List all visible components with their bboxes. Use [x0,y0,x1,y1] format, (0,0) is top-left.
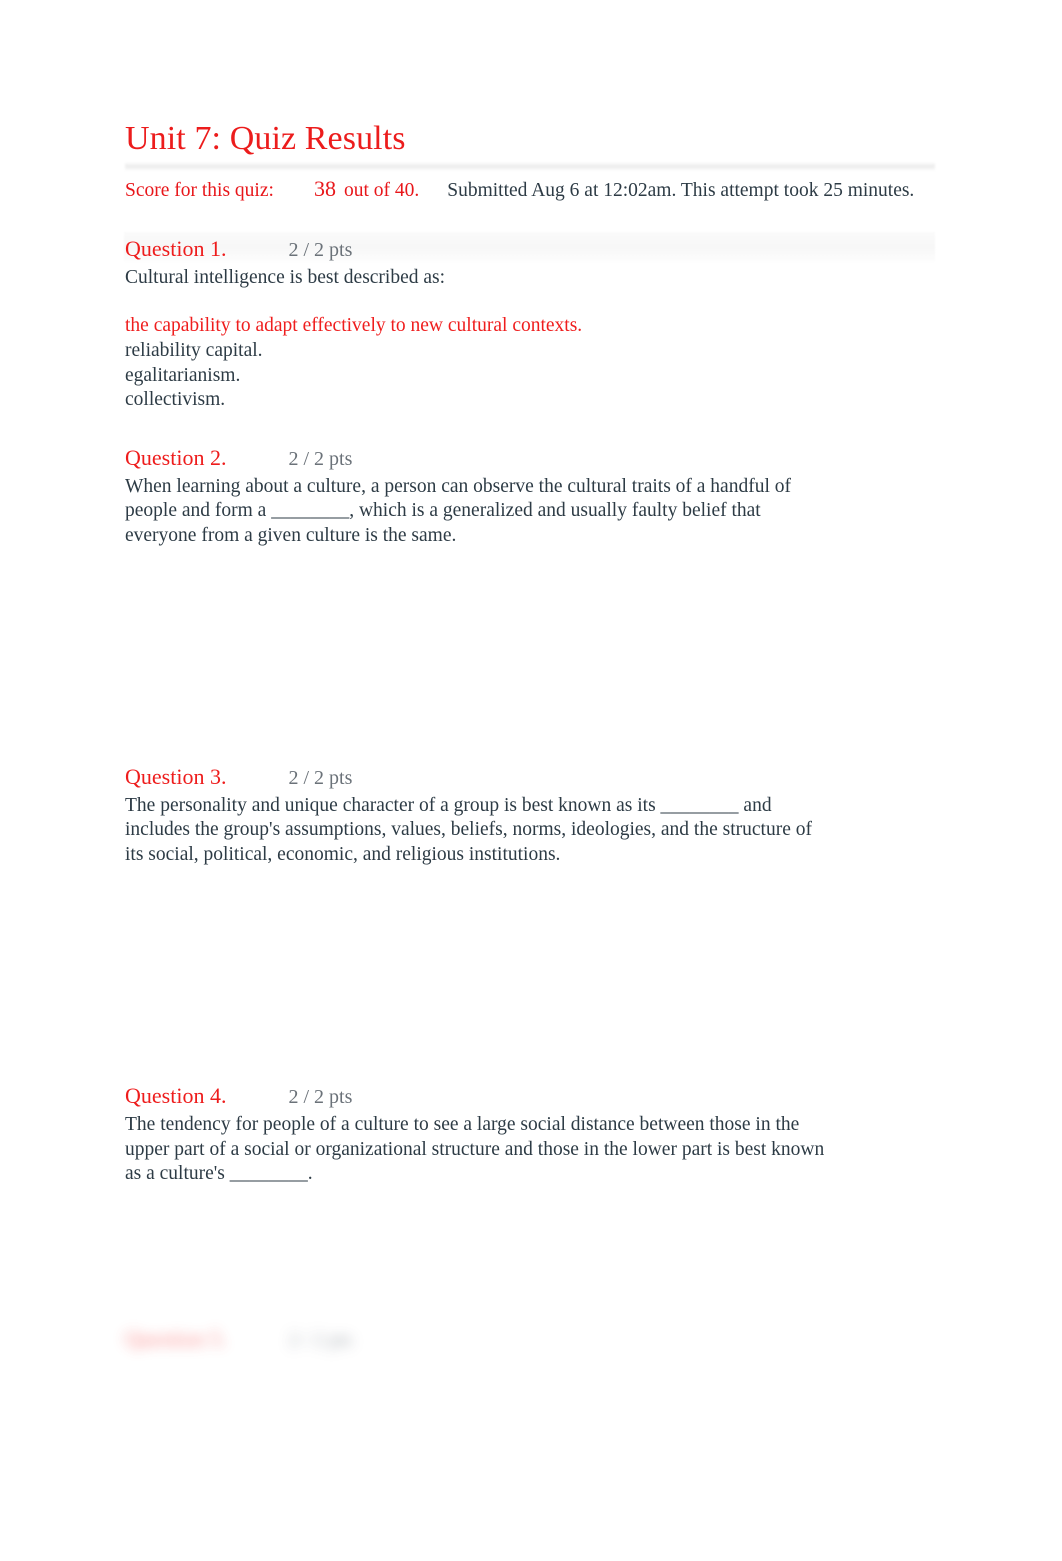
answer-option[interactable]: collectivism. [125,388,937,413]
question-text-1: Cultural intelligence is best described … [125,267,446,288]
question-header-5-blurred: Question 5. 2 / 2 pts [125,1326,425,1368]
question-header-1: Question 1. 2 / 2 pts [125,234,937,264]
question-label-5: Question 5. [125,1326,227,1351]
question-text-3: The personality and unique character of … [125,795,812,865]
question-points-5: 2 / 2 pts [288,1329,353,1351]
question-block-1: Question 1. 2 / 2 pts Cultural intelligen… [125,234,937,413]
question-block-4: Question 4. 2 / 2 pts The tendency for pe… [125,1081,937,1186]
question-points-2: 2 / 2 pts [288,447,353,470]
quiz-content-column: Unit 7: Quiz Results Score for this quiz… [125,118,937,1186]
score-out-of: out of 40. [343,180,420,201]
score-summary: Score for this quiz: 38 out of 40. Submitte… [125,176,937,204]
title-divider [125,162,935,171]
question-header-2: Question 2. 2 / 2 pts [125,443,937,473]
score-value: 38 [313,176,336,201]
question-text-2: When learning about a culture, a person … [125,475,791,546]
question-text-4: The tendency for people of a culture to … [125,1114,825,1185]
page-title: Unit 7: Quiz Results [125,120,406,157]
quiz-results-page: Unit 7: Quiz Results Score for this quiz… [0,0,1062,1561]
question-header-3: Question 3. 2 / 2 pts [125,762,937,792]
question-points-1: 2 / 2 pts [288,239,353,261]
question-label-2: Question 2. [125,444,227,470]
score-label: Score for this quiz: [125,180,274,201]
question-header-4: Question 4. 2 / 2 pts [125,1081,937,1111]
score-submitted-info: Submitted Aug 6 at 12:02am. This attempt… [447,180,915,201]
question-label-3: Question 3. [125,764,227,789]
question-points-4: 2 / 2 pts [288,1086,353,1109]
answer-option[interactable]: the capability to adapt effectively to n… [125,314,937,339]
question-block-2: Question 2. 2 / 2 pts When learning about… [125,443,937,548]
question-points-3: 2 / 2 pts [288,767,353,789]
answer-option[interactable]: reliability capital. [125,339,937,364]
question-label-4: Question 4. [125,1083,227,1109]
answer-list-1: the capability to adapt effectively to n… [125,314,937,412]
answer-option[interactable]: egalitarianism. [125,364,937,389]
question-label-1: Question 1. [125,236,227,261]
question-block-3: Question 3. 2 / 2 pts The personality and… [125,762,937,867]
